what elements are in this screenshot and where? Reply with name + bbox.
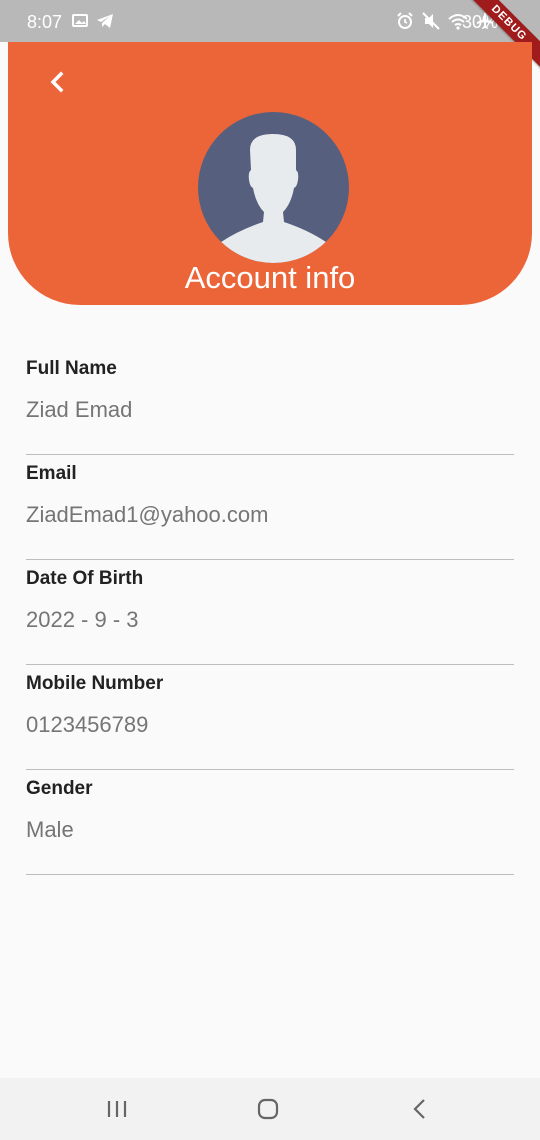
field-mobile-number: Mobile Number 0123456789 <box>26 665 514 770</box>
recent-apps-button[interactable] <box>102 1094 132 1124</box>
field-value: 0123456789 <box>26 712 149 737</box>
field-label: Mobile Number <box>26 673 164 694</box>
recent-apps-icon <box>107 1101 127 1117</box>
field-label: Email <box>26 463 77 484</box>
person-silhouette-icon <box>204 134 343 263</box>
account-info-screen: 8:07 30% DEBUG Account info Full Name Zi… <box>0 0 540 1140</box>
account-info-list: Full Name Ziad Emad Email ZiadEmad1@yaho… <box>26 350 514 875</box>
home-icon <box>257 1098 279 1120</box>
system-nav-bar <box>0 1078 540 1140</box>
status-bar: 8:07 30% DEBUG <box>0 0 540 76</box>
avatar <box>198 112 349 263</box>
field-label: Gender <box>26 778 93 799</box>
alarm-icon <box>397 12 413 29</box>
telegram-icon <box>97 14 113 28</box>
back-button[interactable] <box>40 64 76 100</box>
home-button[interactable] <box>253 1094 283 1124</box>
field-gender: Gender Male <box>26 770 514 875</box>
field-value: Ziad Emad <box>26 397 133 422</box>
field-label: Date Of Birth <box>26 568 144 589</box>
field-email: Email ZiadEmad1@yahoo.com <box>26 455 514 560</box>
chevron-left-icon <box>50 71 64 93</box>
field-date-of-birth: Date Of Birth 2022 - 9 - 3 <box>26 560 514 665</box>
field-label: Full Name <box>26 358 117 379</box>
field-value: 2022 - 9 - 3 <box>26 607 139 632</box>
page-title: Account info <box>184 260 356 295</box>
mute-icon <box>422 12 440 30</box>
field-value: Male <box>26 817 74 842</box>
status-time: 8:07 <box>27 12 63 32</box>
profile-header: Account info <box>8 42 532 305</box>
nav-back-button[interactable] <box>405 1094 435 1124</box>
status-left-icons <box>72 13 114 29</box>
gallery-icon <box>72 14 88 27</box>
back-icon <box>413 1099 425 1119</box>
field-full-name: Full Name Ziad Emad <box>26 350 514 455</box>
field-value: ZiadEmad1@yahoo.com <box>26 502 269 527</box>
